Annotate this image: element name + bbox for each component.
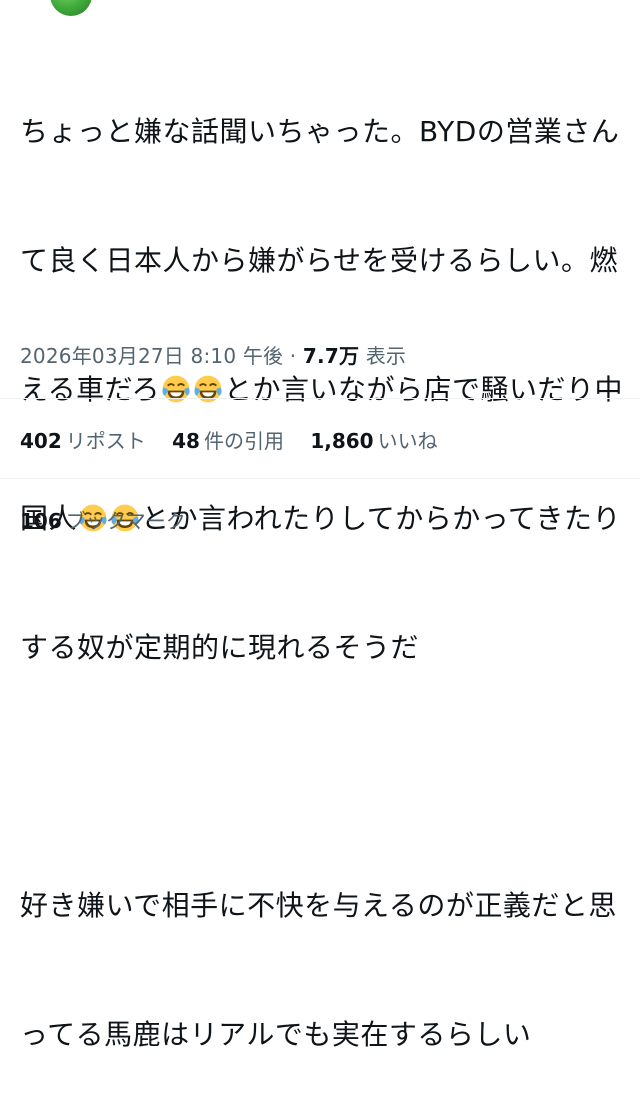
bookmarks-stat[interactable]: 106 ブックマーク [20,505,206,534]
quotes-stat[interactable]: 48 件の引用 [172,425,284,454]
reposts-label: リポスト [65,429,146,453]
tweet-meta: 2026年03月27日 8:10 午後 · 7.7万 表示 [20,340,406,369]
likes-label: いいね [377,429,438,453]
reposts-stat[interactable]: 402 リポスト [20,425,146,454]
tweet-line: ってる馬鹿はリアルでも実在するらしい [20,1018,532,1051]
engagement-stats: 402 リポスト 48 件の引用 1,860 いいね [20,425,458,454]
tweet-line: て良く日本人から嫌がらせを受けるらしい。燃 [20,244,618,277]
divider [0,398,640,399]
tweet-line: する奴が定期的に現れるそうだ [20,631,420,664]
face-with-tears-of-joy-icon [194,375,222,403]
likes-count: 1,860 [310,429,374,453]
views-label: 表示 [365,344,407,368]
avatar[interactable] [50,0,92,16]
tweet-line: 好き嫌いで相手に不快を与えるのが正義だと思 [20,889,617,922]
tweet-line: える車だろ とか言いながら店で騒いだり中 [20,373,623,406]
reposts-count: 402 [20,429,62,453]
bookmarks-label: ブックマーク [65,509,186,533]
tweet-line: ちょっと嫌な話聞いちゃった。BYDの営業さん [20,115,620,148]
face-with-tears-of-joy-icon [162,375,190,403]
meta-separator: · [289,344,297,368]
timestamp[interactable]: 2026年03月27日 8:10 午後 [20,344,283,368]
quotes-count: 48 [172,429,200,453]
tweet-text: ちょっと嫌な話聞いちゃった。BYDの営業さん て良く日本人から嫌がらせを受けるら… [20,24,624,1099]
quotes-label: 件の引用 [203,429,284,453]
divider [0,478,640,479]
likes-stat[interactable]: 1,860 いいね [310,425,437,454]
views-count[interactable]: 7.7万 [303,344,359,368]
bookmarks-count: 106 [20,509,62,533]
